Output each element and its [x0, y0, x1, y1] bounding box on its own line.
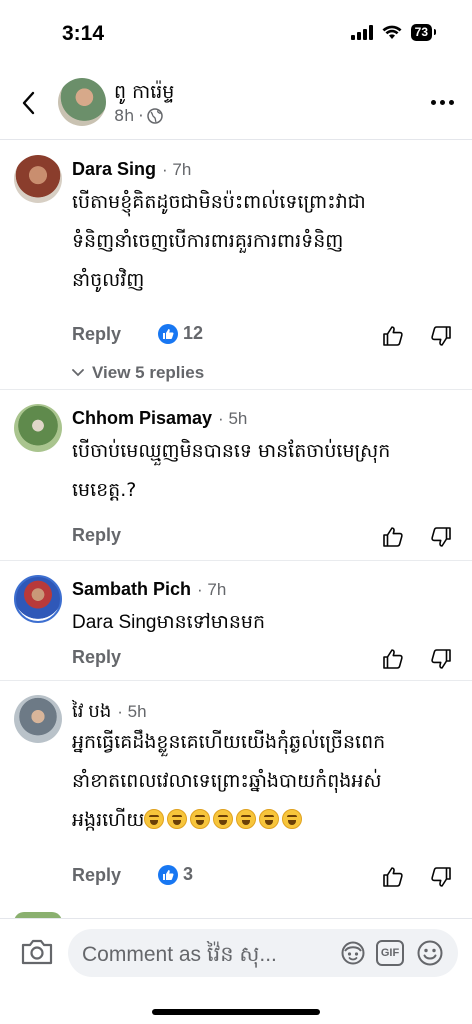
home-indicator	[152, 1009, 320, 1015]
battery-indicator: 73	[410, 24, 437, 41]
reaction-count: 12	[183, 323, 204, 343]
comment-time: 7h	[172, 160, 192, 179]
commenter-name[interactable]: Sambath Pich	[72, 579, 191, 600]
reply-button[interactable]: Reply	[72, 865, 121, 886]
more-horizontal-icon	[430, 99, 436, 105]
post-time: 8h	[114, 106, 135, 125]
reply-button[interactable]: Reply	[72, 647, 121, 668]
reaction-count: 3	[183, 864, 194, 884]
comment-text: បើចាប់មេឈ្មួញមិនបានទេ មានតែចាប់មេស្រុក ម…	[72, 440, 391, 501]
thumbs-up-icon[interactable]	[382, 866, 404, 888]
comment-time: 5h	[127, 702, 147, 721]
camera-icon[interactable]	[20, 937, 54, 967]
commenter-name[interactable]: វៃ បង	[72, 699, 111, 726]
signal-icon	[350, 25, 373, 40]
author-name[interactable]: ពូ ការ៉េម្ទ	[114, 80, 174, 108]
like-reaction-icon	[158, 864, 178, 885]
thumbs-up-icon[interactable]	[382, 526, 404, 548]
comment-time: 5h	[228, 409, 248, 428]
like-reaction-icon	[158, 323, 178, 344]
view-replies-button[interactable]: View 5 replies	[72, 363, 204, 383]
globe-icon	[147, 107, 164, 124]
comment-placeholder: Comment as វ៉ៃន សុ...	[82, 943, 277, 966]
chevron-left-icon	[22, 91, 35, 115]
laughing-emoji-icon	[259, 809, 280, 829]
comment-item: Chhom Pisamay · 5h បើចាប់មេឈ្មួញមិនបានទេ…	[0, 390, 472, 561]
thumbs-down-icon[interactable]	[430, 866, 452, 888]
thumbs-up-icon[interactable]	[382, 648, 404, 670]
more-options-button[interactable]	[428, 90, 456, 114]
wifi-icon	[382, 25, 402, 39]
status-icons: 73	[350, 24, 437, 41]
comment-actions: Reply 3	[72, 863, 460, 893]
back-button[interactable]	[14, 88, 42, 118]
comment-text: អ្នកធ្វើគេដឹងខ្លួនគេហើយយើងកុំឆ្ងល់ច្រើនព…	[72, 731, 386, 831]
emoji-row	[144, 809, 305, 831]
laughing-emoji-icon	[190, 809, 211, 829]
post-meta: 8h ·	[114, 106, 164, 125]
comment-actions: Reply 12	[72, 322, 460, 352]
laughing-emoji-icon	[167, 809, 188, 829]
comment-item: Sambath Pich · 7h Dara Singមានទៅមានមក Re…	[0, 561, 472, 681]
chevron-down-icon	[72, 369, 84, 377]
status-time: 3:14	[62, 22, 105, 45]
comment-composer: Comment as វ៉ៃន សុ... GIF	[0, 918, 472, 1024]
commenter-avatar[interactable]	[14, 155, 62, 203]
reply-button[interactable]: Reply	[72, 525, 121, 546]
commenter-name[interactable]: Dara Sing	[72, 159, 156, 180]
comment-item: Dara Sing · 7h បើតាមខ្ញុំគិតដូចជាមិនប៉ះព…	[0, 141, 472, 390]
laughing-emoji-icon	[213, 809, 234, 829]
thumbs-down-icon[interactable]	[430, 648, 452, 670]
gif-button[interactable]: GIF	[376, 940, 404, 966]
mention-link[interactable]: Dara Sing	[72, 612, 157, 633]
post-header: ពូ ការ៉េម្ទ 8h ·	[0, 70, 472, 140]
comment-text: បើតាមខ្ញុំគិតដូចជាមិនប៉ះពាល់ទេព្រោះវាជា …	[72, 191, 366, 291]
thumbs-down-icon[interactable]	[430, 526, 452, 548]
laughing-emoji-icon	[282, 809, 303, 829]
commenter-avatar[interactable]	[14, 404, 62, 452]
avatar-sticker-icon[interactable]	[340, 940, 366, 966]
reaction-summary[interactable]: 3	[158, 864, 193, 885]
reply-button[interactable]: Reply	[72, 324, 121, 345]
comment-text: Dara Singមានទៅមានមក	[72, 611, 266, 633]
status-bar: 3:14 73	[0, 0, 472, 70]
comment-input[interactable]: Comment as វ៉ៃន សុ... GIF	[68, 929, 458, 977]
commenter-avatar[interactable]	[14, 575, 62, 623]
comment-actions: Reply	[72, 523, 460, 553]
laughing-emoji-icon	[144, 809, 165, 829]
comment-actions: Reply	[72, 645, 460, 675]
emoji-icon[interactable]	[416, 939, 444, 967]
thumbs-up-icon[interactable]	[382, 325, 404, 347]
comment-time: 7h	[207, 580, 227, 599]
commenter-name[interactable]: Chhom Pisamay	[72, 408, 212, 429]
comment-item: វៃ បង · 5h អ្នកធ្វើគេដឹងខ្លួនគេហើយយើងកុំ…	[0, 681, 472, 911]
comments-list: Dara Sing · 7h បើតាមខ្ញុំគិតដូចជាមិនប៉ះព…	[0, 141, 472, 911]
reaction-summary[interactable]: 12	[158, 323, 203, 344]
commenter-avatar[interactable]	[14, 695, 62, 743]
author-avatar[interactable]	[58, 78, 106, 126]
thumbs-down-icon[interactable]	[430, 325, 452, 347]
laughing-emoji-icon	[236, 809, 257, 829]
